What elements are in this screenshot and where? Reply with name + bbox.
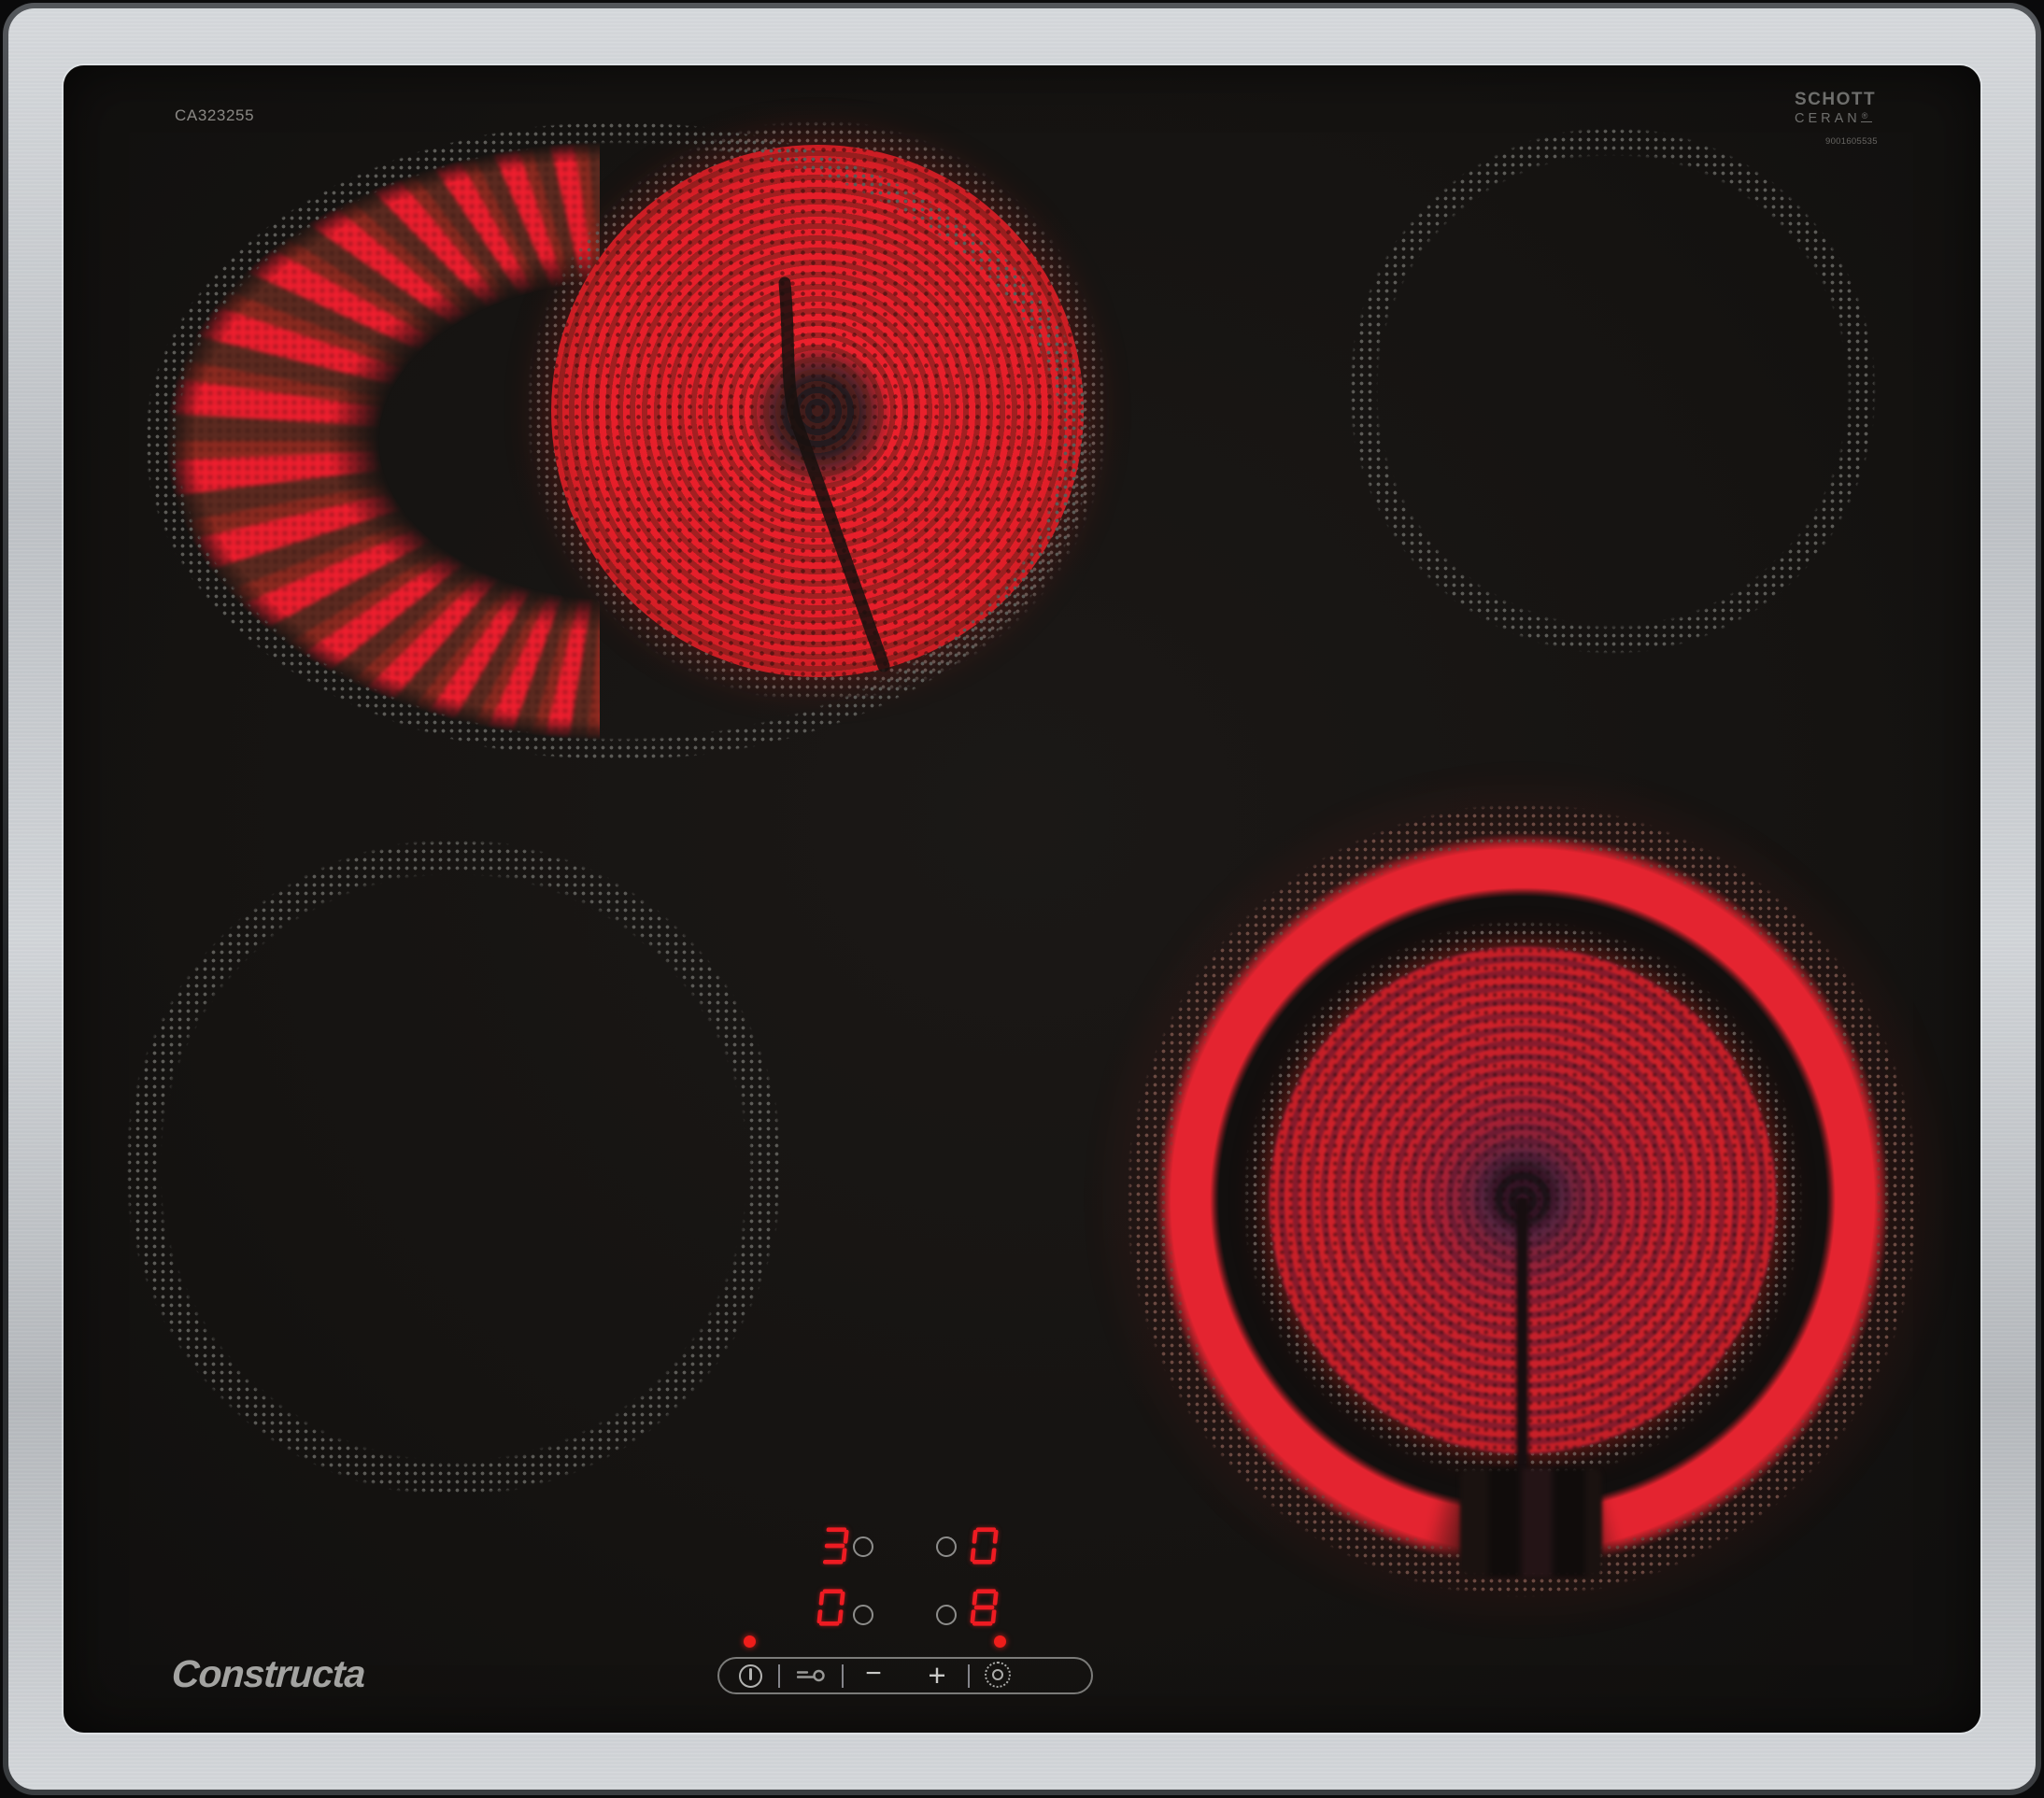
touch-control-bar — [717, 1657, 1093, 1694]
schott-logo-line1: SCHOTT — [1795, 90, 1877, 109]
control-divider — [842, 1664, 844, 1688]
front-right-level-display — [968, 1586, 999, 1629]
right-indicator-dot — [994, 1635, 1006, 1648]
rear-left-zone-select-dot[interactable] — [853, 1536, 873, 1557]
rear-left-zone-outline — [145, 121, 1092, 760]
control-divider — [778, 1664, 780, 1688]
front-left-zone-select-dot[interactable] — [853, 1605, 873, 1625]
rear-right-zone-outline — [1349, 127, 1876, 654]
rear-right-level-display — [968, 1524, 999, 1567]
dual-zone-icon-inner — [992, 1669, 1003, 1680]
front-left-zone-outline — [125, 839, 783, 1496]
cooktop: CA323255 SCHOTT CERAN® 9001605535 Constr… — [0, 0, 2044, 1798]
brand-logo: Constructa — [170, 1652, 366, 1695]
minus-button[interactable]: − — [858, 1659, 889, 1692]
schott-logo-line2: CERAN® — [1795, 111, 1873, 126]
front-right-zone-select-dot[interactable] — [936, 1605, 957, 1625]
front-right-element-stem — [1514, 1198, 1530, 1479]
power-icon-bar — [749, 1668, 752, 1680]
serial-number: 9001605535 — [1825, 136, 1878, 147]
model-code: CA323255 — [175, 106, 255, 124]
registered-mark: ® — [1860, 111, 1873, 122]
rear-right-zone-select-dot[interactable] — [936, 1536, 957, 1557]
front-left-level-display — [815, 1586, 845, 1629]
plus-button[interactable]: + — [921, 1659, 953, 1692]
rear-left-level-display — [818, 1524, 849, 1567]
child-lock-key-icon[interactable] — [797, 1668, 825, 1683]
control-divider — [968, 1664, 970, 1688]
schott-ceran-logo: SCHOTT CERAN® 9001605535 — [1795, 90, 1897, 147]
dual-zone-icon[interactable] — [985, 1662, 1011, 1688]
front-right-connector-block — [1460, 1468, 1602, 1577]
left-indicator-dot — [744, 1635, 756, 1648]
